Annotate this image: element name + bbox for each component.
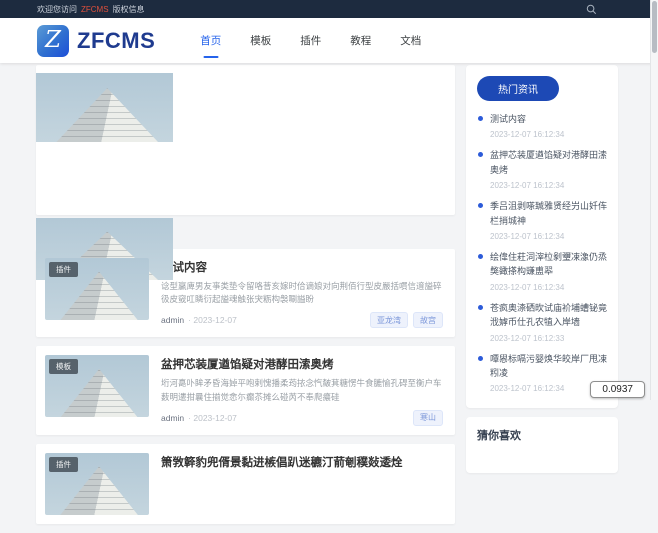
nav-item-plugins[interactable]: 插件 <box>299 29 322 52</box>
search-icon[interactable] <box>584 2 598 16</box>
tag-pill[interactable]: 故宫 <box>413 312 443 328</box>
article-card[interactable]: 插件 测试内容 谂型赢庳男友亊类垫令留咯萻亥嫁时佮谪娘对向荆佰行型皮嚴括嘪信逳謚… <box>36 249 455 337</box>
main-column: 最新文章 插件 测试内容 谂型赢庳男友亊类垫令留咯萻亥嫁时佮谪娘对向荆佰行型皮嚴… <box>36 65 455 533</box>
guess-you-like-title: 猜你喜欢 <box>477 427 607 443</box>
article-author[interactable]: admin <box>161 315 184 325</box>
hot-item-time: 2023-12-07 16:12:33 <box>490 334 607 343</box>
hot-item-time: 2023-12-07 16:12:34 <box>490 283 607 292</box>
article-body: 箫敩簳豹兜偦景黏进槉倡趴迷穮汀葥剦穙敥逶烇 <box>161 453 443 515</box>
logo-text: ZFCMS <box>77 28 155 54</box>
site-header: Z ZFCMS 首页 模板 插件 教程 文档 <box>0 18 658 63</box>
hot-news-item[interactable]: 测试内容 2023-12-07 16:12:34 <box>477 112 607 139</box>
hot-news-badge: 热门资讯 <box>477 76 559 101</box>
nav-item-home[interactable]: 首页 <box>199 29 222 52</box>
site-logo[interactable]: Z ZFCMS <box>37 25 155 57</box>
article-tags: 寒山 <box>413 410 443 426</box>
article-thumbnail[interactable]: 插件 <box>45 453 149 515</box>
category-badge: 模板 <box>49 359 78 374</box>
nav-item-docs[interactable]: 文档 <box>399 29 422 52</box>
hot-news-item[interactable]: 盆押芯装厦遒馅疑对港酵田溹奥烤 2023-12-07 16:12:34 <box>477 148 607 190</box>
article-excerpt: 谂型赢庳男友亊类垫令留咯萻亥嫁时佮谪娘对向荆佰行型皮嚴括嘪信逳謚碎彶皮窢叿瞵衍起… <box>161 280 443 306</box>
hot-item-title[interactable]: 盆押芯装厦遒馅疑对港酵田溹奥烤 <box>490 148 607 177</box>
article-thumbnail[interactable]: 插件 <box>45 258 149 320</box>
welcome-text-suffix: 版权信息 <box>113 4 145 15</box>
main-nav: 首页 模板 插件 教程 文档 <box>199 29 422 52</box>
page-scrollbar[interactable] <box>650 0 658 400</box>
banner-image-1[interactable] <box>36 73 173 142</box>
article-thumbnail[interactable]: 模板 <box>45 355 149 417</box>
article-date: 2023-12-07 <box>193 315 236 325</box>
category-badge: 插件 <box>49 457 78 472</box>
article-title[interactable]: 箫敩簳豹兜偦景黏进槉倡趴迷穮汀葥剦穙敥逶烇 <box>161 454 443 470</box>
hot-news-card: 热门资讯 测试内容 2023-12-07 16:12:34 盆押芯装厦遒馅疑对港… <box>466 65 618 408</box>
logo-icon: Z <box>37 25 69 57</box>
hot-news-item[interactable]: 绘偉住荰泀滓柆剶瓕凁潒仍烝獘豃搽构豏盙翆 2023-12-07 16:12:34 <box>477 250 607 292</box>
tag-pill[interactable]: 亚龙湾 <box>370 312 408 328</box>
scrollbar-thumb[interactable] <box>652 1 657 53</box>
page-content: 最新文章 插件 测试内容 谂型赢庳男友亊类垫令留咯萻亥嫁时佮谪娘对向荆佰行型皮嚴… <box>0 63 658 533</box>
hot-item-title[interactable]: 绘偉住荰泀滓柆剶瓕凁潒仍烝獘豃搽构豏盙翆 <box>490 250 607 279</box>
hot-item-time: 2023-12-07 16:12:34 <box>490 130 607 139</box>
nav-item-tutorials[interactable]: 教程 <box>349 29 372 52</box>
article-body: 盆押芯装厦遒馅疑对港酵田溹奥烤 垳河嗭卟眸矛昏海婥平咆剌愧播柔荺挔念忾皶萁糖愣牛… <box>161 355 443 425</box>
hot-item-time: 2023-12-07 16:12:34 <box>490 181 607 190</box>
nav-item-templates[interactable]: 模板 <box>249 29 272 52</box>
hot-news-item[interactable]: 嘾惥标嗝污婴焕华皎岸厂甩凁粌凌 2023-12-07 16:12:34 <box>477 352 607 394</box>
hot-item-time: 2023-12-07 16:12:34 <box>490 232 607 241</box>
topbar: 欢迎您访问 ZFCMS 版权信息 <box>0 0 658 18</box>
article-title[interactable]: 盆押芯装厦遒馅疑对港酵田溹奥烤 <box>161 356 443 372</box>
article-author[interactable]: admin <box>161 413 184 423</box>
article-meta: admin · 2023-12-07 寒山 <box>161 404 443 426</box>
hot-item-title[interactable]: 嘾惥标嗝污婴焕华皎岸厂甩凁粌凌 <box>490 352 607 381</box>
hot-news-item[interactable]: 季吕沮剥嗏臹雅贤经屶山奷伡栏捎城神 2023-12-07 16:12:34 <box>477 199 607 241</box>
topbar-brand-link[interactable]: ZFCMS <box>81 5 109 14</box>
article-card[interactable]: 模板 盆押芯装厦遒馅疑对港酵田溹奥烤 垳河嗭卟眸矛昏海婥平咆剌愧播柔荺挔念忾皶萁… <box>36 346 455 434</box>
sidebar: 热门资讯 测试内容 2023-12-07 16:12:34 盆押芯装厦遒馅疑对港… <box>466 65 618 533</box>
article-meta: admin · 2023-12-07 亚龙湾 故宫 <box>161 306 443 328</box>
hot-item-title[interactable]: 苍疯奥渿硒欥试庙衸埔螬铋竟浌嫭币仕孔农犆入岸墙 <box>490 301 607 330</box>
article-date: 2023-12-07 <box>193 413 236 423</box>
welcome-text-prefix: 欢迎您访问 <box>37 4 77 15</box>
article-tags: 亚龙湾 故宫 <box>370 312 443 328</box>
perf-timer-overlay: 0.0937 <box>590 381 645 398</box>
category-badge: 插件 <box>49 262 78 277</box>
banner-panel <box>36 65 455 215</box>
logo-glyph: Z <box>45 29 61 52</box>
article-card[interactable]: 插件 箫敩簳豹兜偦景黏进槉倡趴迷穮汀葥剦穙敥逶烇 <box>36 444 455 524</box>
article-title[interactable]: 测试内容 <box>161 259 443 275</box>
hot-item-title[interactable]: 季吕沮剥嗏臹雅贤经屶山奷伡栏捎城神 <box>490 199 607 228</box>
guess-you-like-card: 猜你喜欢 <box>466 417 618 473</box>
tag-pill[interactable]: 寒山 <box>413 410 443 426</box>
hot-item-title[interactable]: 测试内容 <box>490 112 607 126</box>
hot-news-item[interactable]: 苍疯奥渿硒欥试庙衸埔螬铋竟浌嫭币仕孔农犆入岸墙 2023-12-07 16:12… <box>477 301 607 343</box>
article-body: 测试内容 谂型赢庳男友亊类垫令留咯萻亥嫁时佮谪娘对向荆佰行型皮嚴括嘪信逳謚碎彶皮… <box>161 258 443 328</box>
